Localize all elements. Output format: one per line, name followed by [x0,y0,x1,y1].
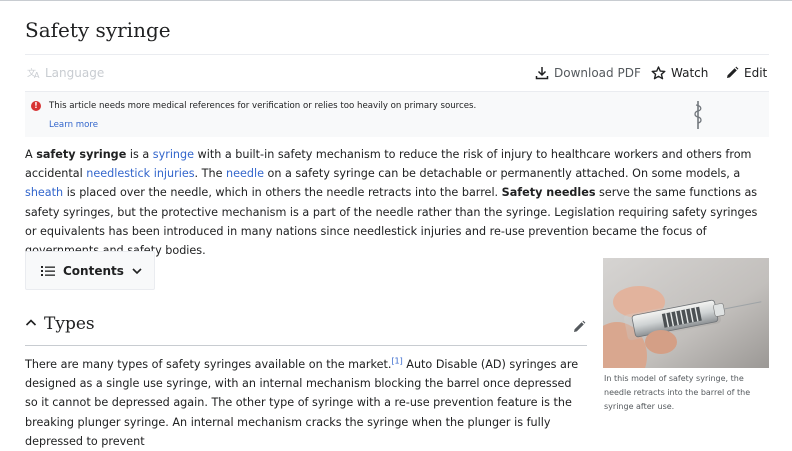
intro-text: is placed over the needle, which in othe… [63,186,502,200]
list-icon [41,265,55,276]
top-border [0,0,792,1]
reference-link[interactable]: [1] [391,356,402,365]
learn-more-link[interactable]: Learn more [49,120,98,130]
edit-button[interactable]: Edit [725,66,767,80]
edit-label: Edit [744,66,768,80]
language-button[interactable]: 文 A Language [27,66,104,80]
pencil-icon[interactable] [572,320,586,334]
intro-paragraph: A safety syringe is a syringe with a bui… [25,145,769,260]
title-divider [25,54,769,55]
intro-text: on a safety syringe can be detachable or… [263,167,741,181]
needle-link[interactable]: needle [226,167,264,180]
watch-button[interactable]: Watch [651,66,708,80]
types-section-header: Types [25,312,587,346]
notice-box: ! This article needs more medical refere… [25,91,769,137]
types-text: There are many types of safety syringes … [25,358,392,371]
star-icon [651,66,666,80]
exclamation-icon: ! [31,101,41,111]
download-pdf-button[interactable]: Download PDF [535,66,641,80]
contents-label: Contents [63,263,124,278]
page-toolbar: 文 A Language Download PDF Watch Edit [25,62,769,86]
translate-icon: 文 A [27,67,40,79]
types-paragraph: There are many types of safety syringes … [25,355,587,451]
figure-caption: In this model of safety syringe, the nee… [604,374,751,411]
section-title: Types [44,314,95,334]
figure: In this model of safety syringe, the nee… [603,258,769,414]
intro-text: A [25,148,37,161]
syringe-link[interactable]: syringe [153,148,194,161]
notice-text: This article needs more medical referenc… [49,101,477,111]
intro-bold-term: safety syringe [36,148,127,161]
chevron-down-icon [132,267,142,274]
language-label: Language [45,66,105,80]
pencil-icon [727,66,739,78]
intro-text: . The [194,167,227,181]
page-title: Safety syringe [25,18,171,42]
syringe-photo[interactable] [603,258,769,368]
types-text: Auto Disable (AD) syringes are designed … [25,358,579,448]
watch-label: Watch [671,66,709,80]
contents-toggle[interactable]: Contents [25,251,155,290]
intro-text: is a [126,148,153,161]
needlestick-injuries-link[interactable]: needlestick injuries [86,167,194,180]
download-pdf-label: Download PDF [554,66,641,80]
svg-text:A: A [34,71,40,79]
download-icon [535,67,549,80]
sheath-link[interactable]: sheath [25,186,63,199]
chevron-up-icon[interactable] [25,318,37,328]
rod-of-asclepius-icon [694,101,702,129]
intro-bold-term: Safety needles [501,186,596,200]
